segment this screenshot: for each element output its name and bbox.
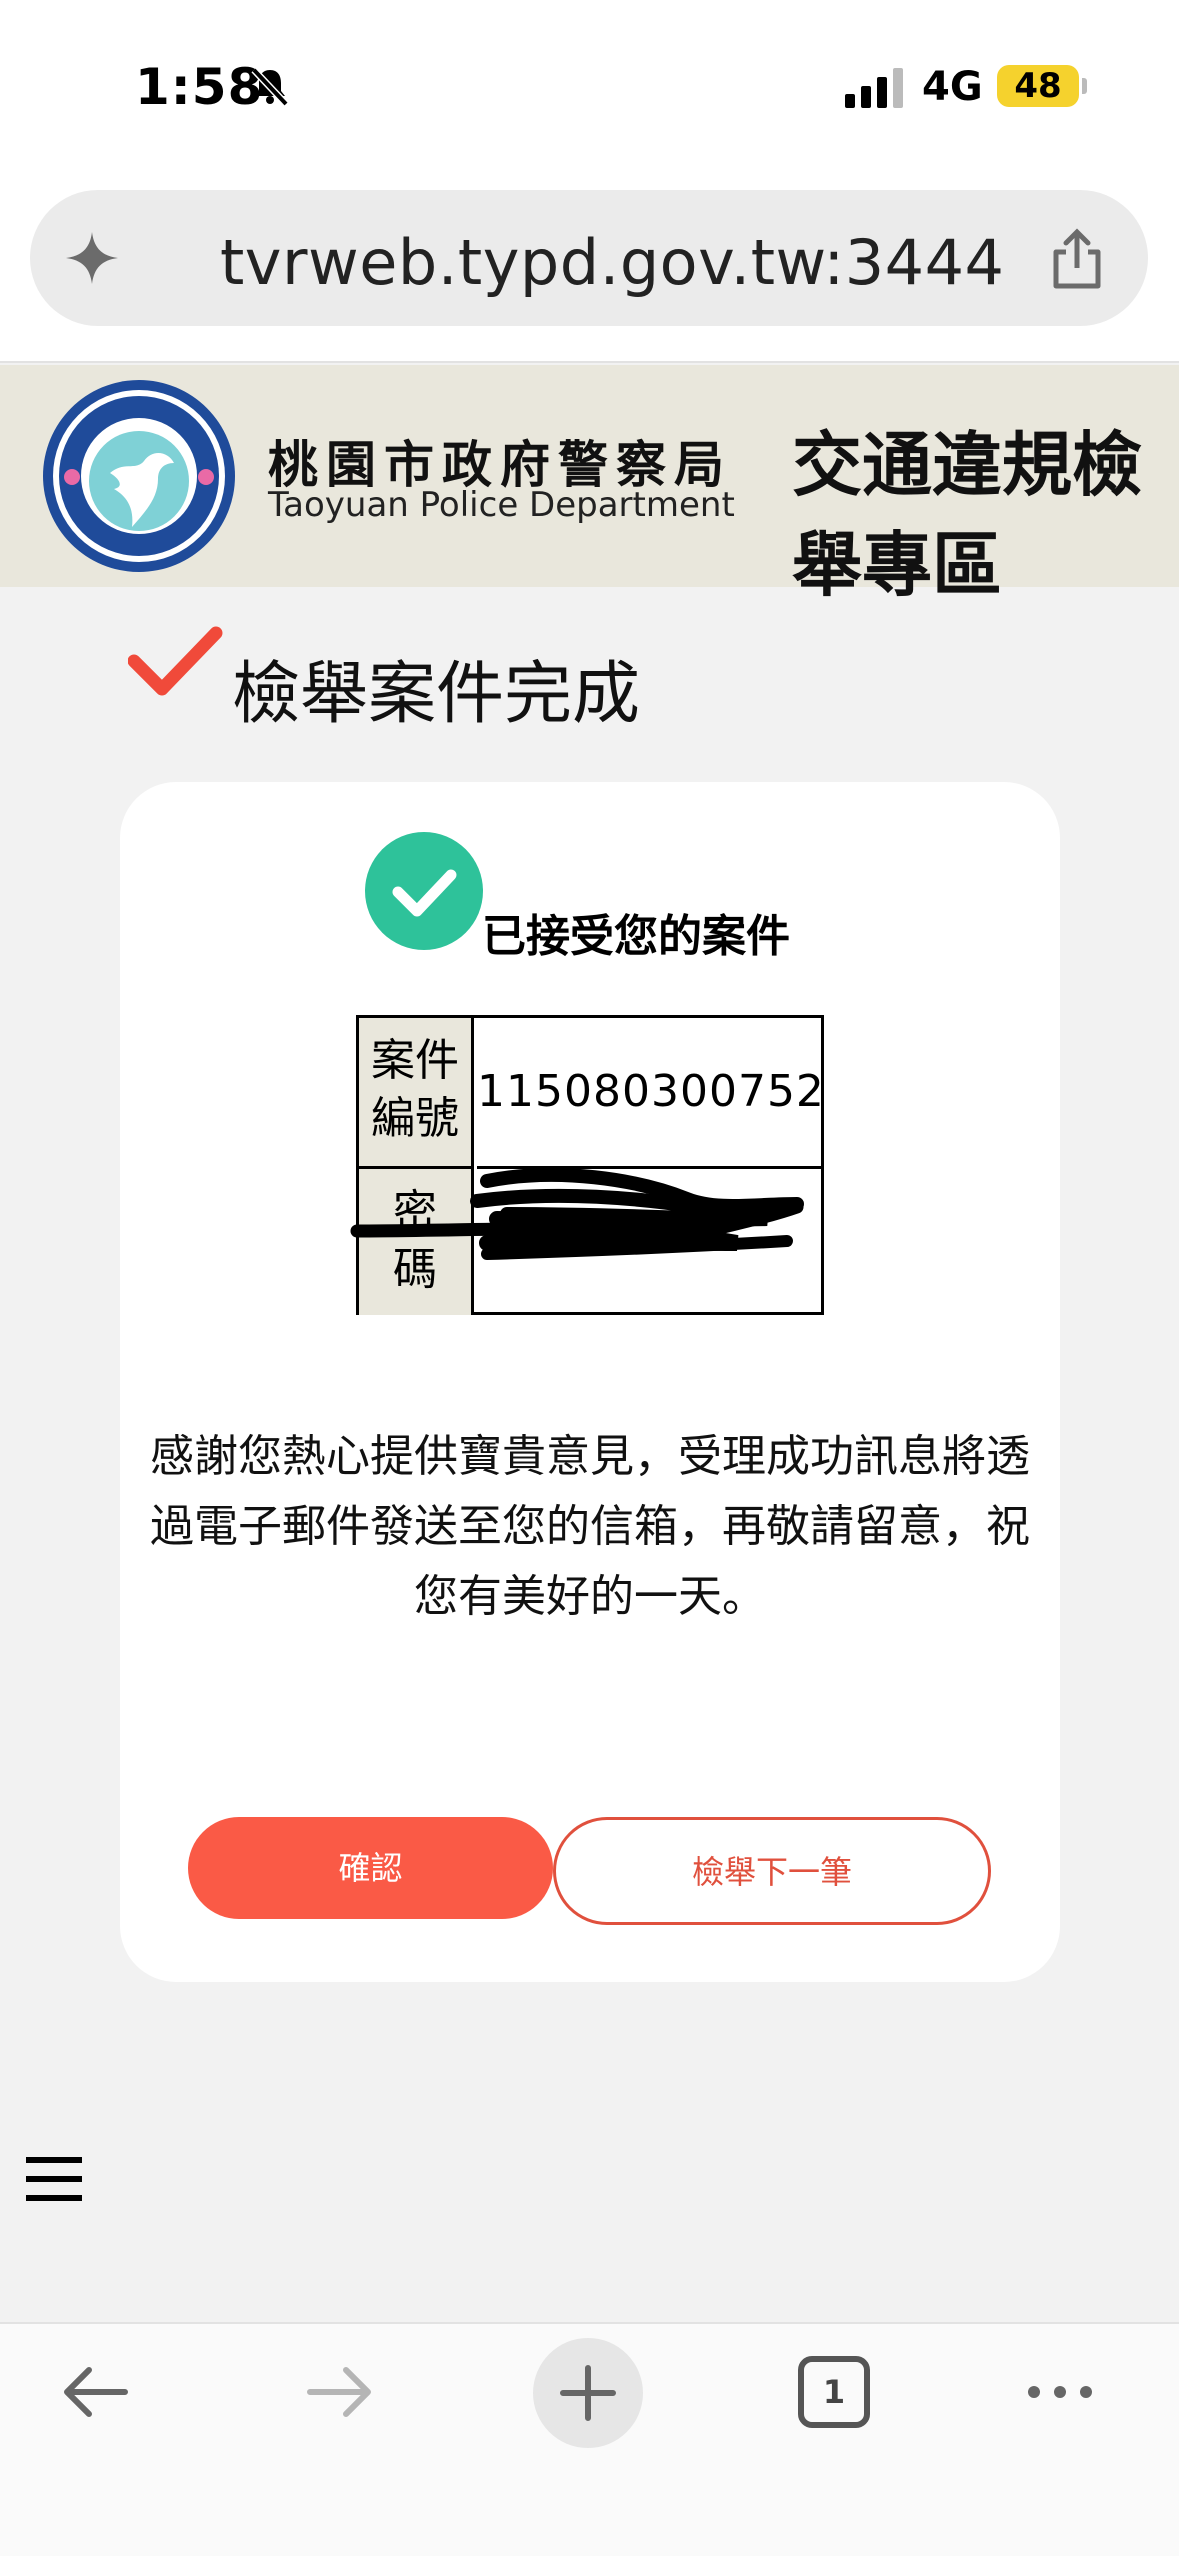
share-icon[interactable]: [1048, 228, 1106, 290]
forward-arrow-icon[interactable]: [300, 2352, 380, 2432]
result-card: 已接受您的案件 案件編號 115080300752 密碼 感謝您熱心提供寶貴意見…: [120, 782, 1060, 1982]
sparkle-icon[interactable]: [62, 228, 122, 288]
case-info-table: 案件編號 115080300752 密碼: [350, 1015, 825, 1315]
section-title: 交通違規檢舉專區: [792, 424, 1142, 606]
status-time: 1:58: [135, 58, 264, 116]
page-title: 檢舉案件完成: [232, 655, 641, 734]
report-next-button[interactable]: 檢舉下一筆: [553, 1817, 991, 1925]
battery-indicator: 48: [997, 65, 1079, 107]
network-type: 4G: [922, 64, 983, 110]
url-text[interactable]: tvrweb.typd.gov.tw:3444: [220, 226, 1005, 299]
case-number-label: 案件編號: [359, 1018, 474, 1166]
tab-switcher-button[interactable]: 1: [798, 2356, 870, 2428]
status-bar: 1:58 4G 48: [0, 0, 1179, 175]
police-logo: [43, 380, 235, 572]
browser-toolbar: 1: [0, 2322, 1179, 2556]
more-menu-icon[interactable]: [1020, 2352, 1100, 2432]
new-tab-button[interactable]: [533, 2338, 643, 2448]
plus-icon: [560, 2365, 616, 2421]
signal-icon: [845, 68, 903, 108]
password-value: [350, 1166, 821, 1315]
silent-bell-icon: [251, 67, 289, 107]
address-bar[interactable]: tvrweb.typd.gov.tw:3444: [30, 190, 1148, 326]
case-number-value: 115080300752: [477, 1066, 825, 1117]
battery-tip: [1082, 78, 1087, 94]
back-arrow-icon[interactable]: [55, 2352, 135, 2432]
success-check-icon: [365, 832, 483, 950]
department-name-en: Taoyuan Police Department: [268, 485, 735, 525]
redaction-scribble: [350, 1168, 804, 1260]
confirm-button[interactable]: 確認: [188, 1817, 553, 1919]
browser-address-area: tvrweb.typd.gov.tw:3444: [0, 175, 1179, 363]
checkmark-icon: [128, 626, 223, 696]
status-message: 已接受您的案件: [482, 911, 790, 962]
thanks-message: 感謝您熱心提供寶貴意見，受理成功訊息將透過電子郵件發送至您的信箱，再敬請留意，祝…: [150, 1431, 1030, 1622]
hamburger-menu-icon[interactable]: [26, 2155, 82, 2203]
